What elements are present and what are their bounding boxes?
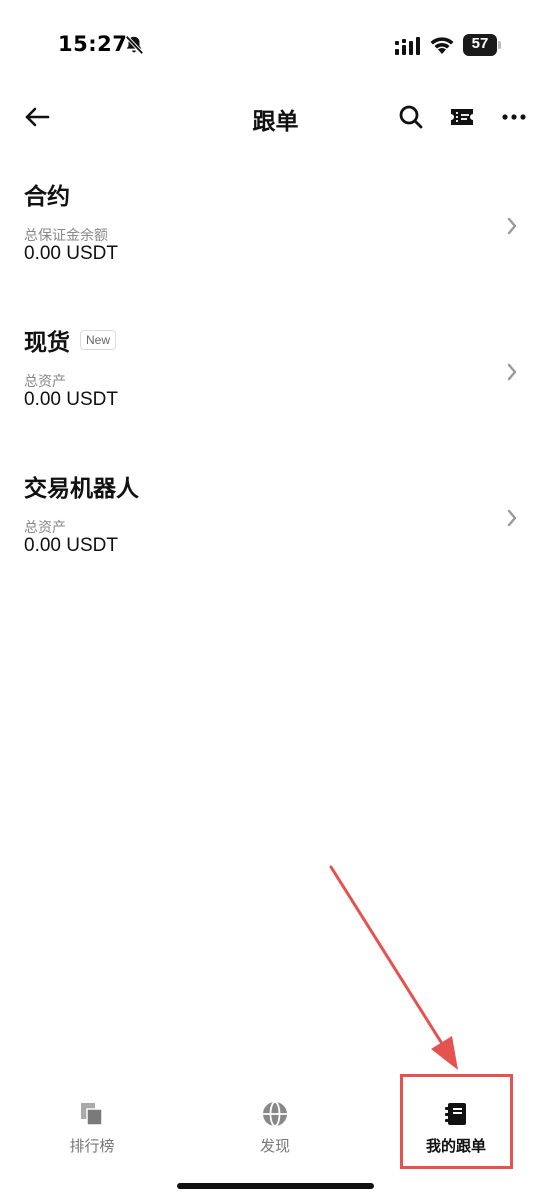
annotation-highlight-box — [400, 1074, 513, 1169]
section-title: 合约 — [24, 184, 70, 210]
section-value: 0.00 USDT — [24, 535, 118, 556]
section-title: 现货 — [24, 330, 70, 356]
status-time: 15:27 — [58, 32, 128, 56]
section-trading-bot[interactable]: 交易机器人 总资产 0.00 USDT — [0, 469, 551, 579]
signal-icon — [395, 37, 420, 55]
tab-label: 排行榜 — [69, 1137, 115, 1155]
chevron-right-icon[interactable] — [504, 215, 520, 237]
new-badge: New — [80, 330, 117, 350]
section-contract[interactable]: 合约 总保证金余额 0.00 USDT — [0, 177, 551, 287]
section-value: 0.00 USDT — [24, 243, 118, 264]
copy-icon — [81, 1103, 103, 1126]
battery-icon: 57 — [463, 34, 501, 56]
more-icon[interactable] — [499, 104, 529, 130]
battery-level: 57 — [471, 35, 489, 52]
status-bar: 15:27 57 — [0, 0, 551, 90]
section-value: 0.00 USDT — [24, 389, 118, 410]
globe-icon — [263, 1101, 287, 1127]
ticket-icon[interactable] — [448, 104, 476, 130]
section-label: 总资产 — [24, 520, 66, 536]
home-indicator — [177, 1183, 374, 1189]
bell-off-icon — [125, 35, 144, 55]
tab-leaderboard[interactable]: 排行榜 — [17, 1085, 167, 1175]
section-title: 交易机器人 — [24, 476, 139, 502]
chevron-right-icon[interactable] — [504, 507, 520, 529]
tab-discover[interactable]: 发现 — [200, 1085, 350, 1175]
section-label: 总资产 — [24, 374, 66, 390]
wifi-icon — [430, 37, 454, 54]
chevron-right-icon[interactable] — [504, 361, 520, 383]
search-icon[interactable] — [397, 103, 425, 131]
section-label: 总保证金余额 — [24, 228, 108, 244]
tab-label: 发现 — [259, 1137, 290, 1155]
section-spot[interactable]: 现货 New 总资产 0.00 USDT — [0, 323, 551, 433]
nav-bar: 跟单 — [0, 90, 551, 146]
